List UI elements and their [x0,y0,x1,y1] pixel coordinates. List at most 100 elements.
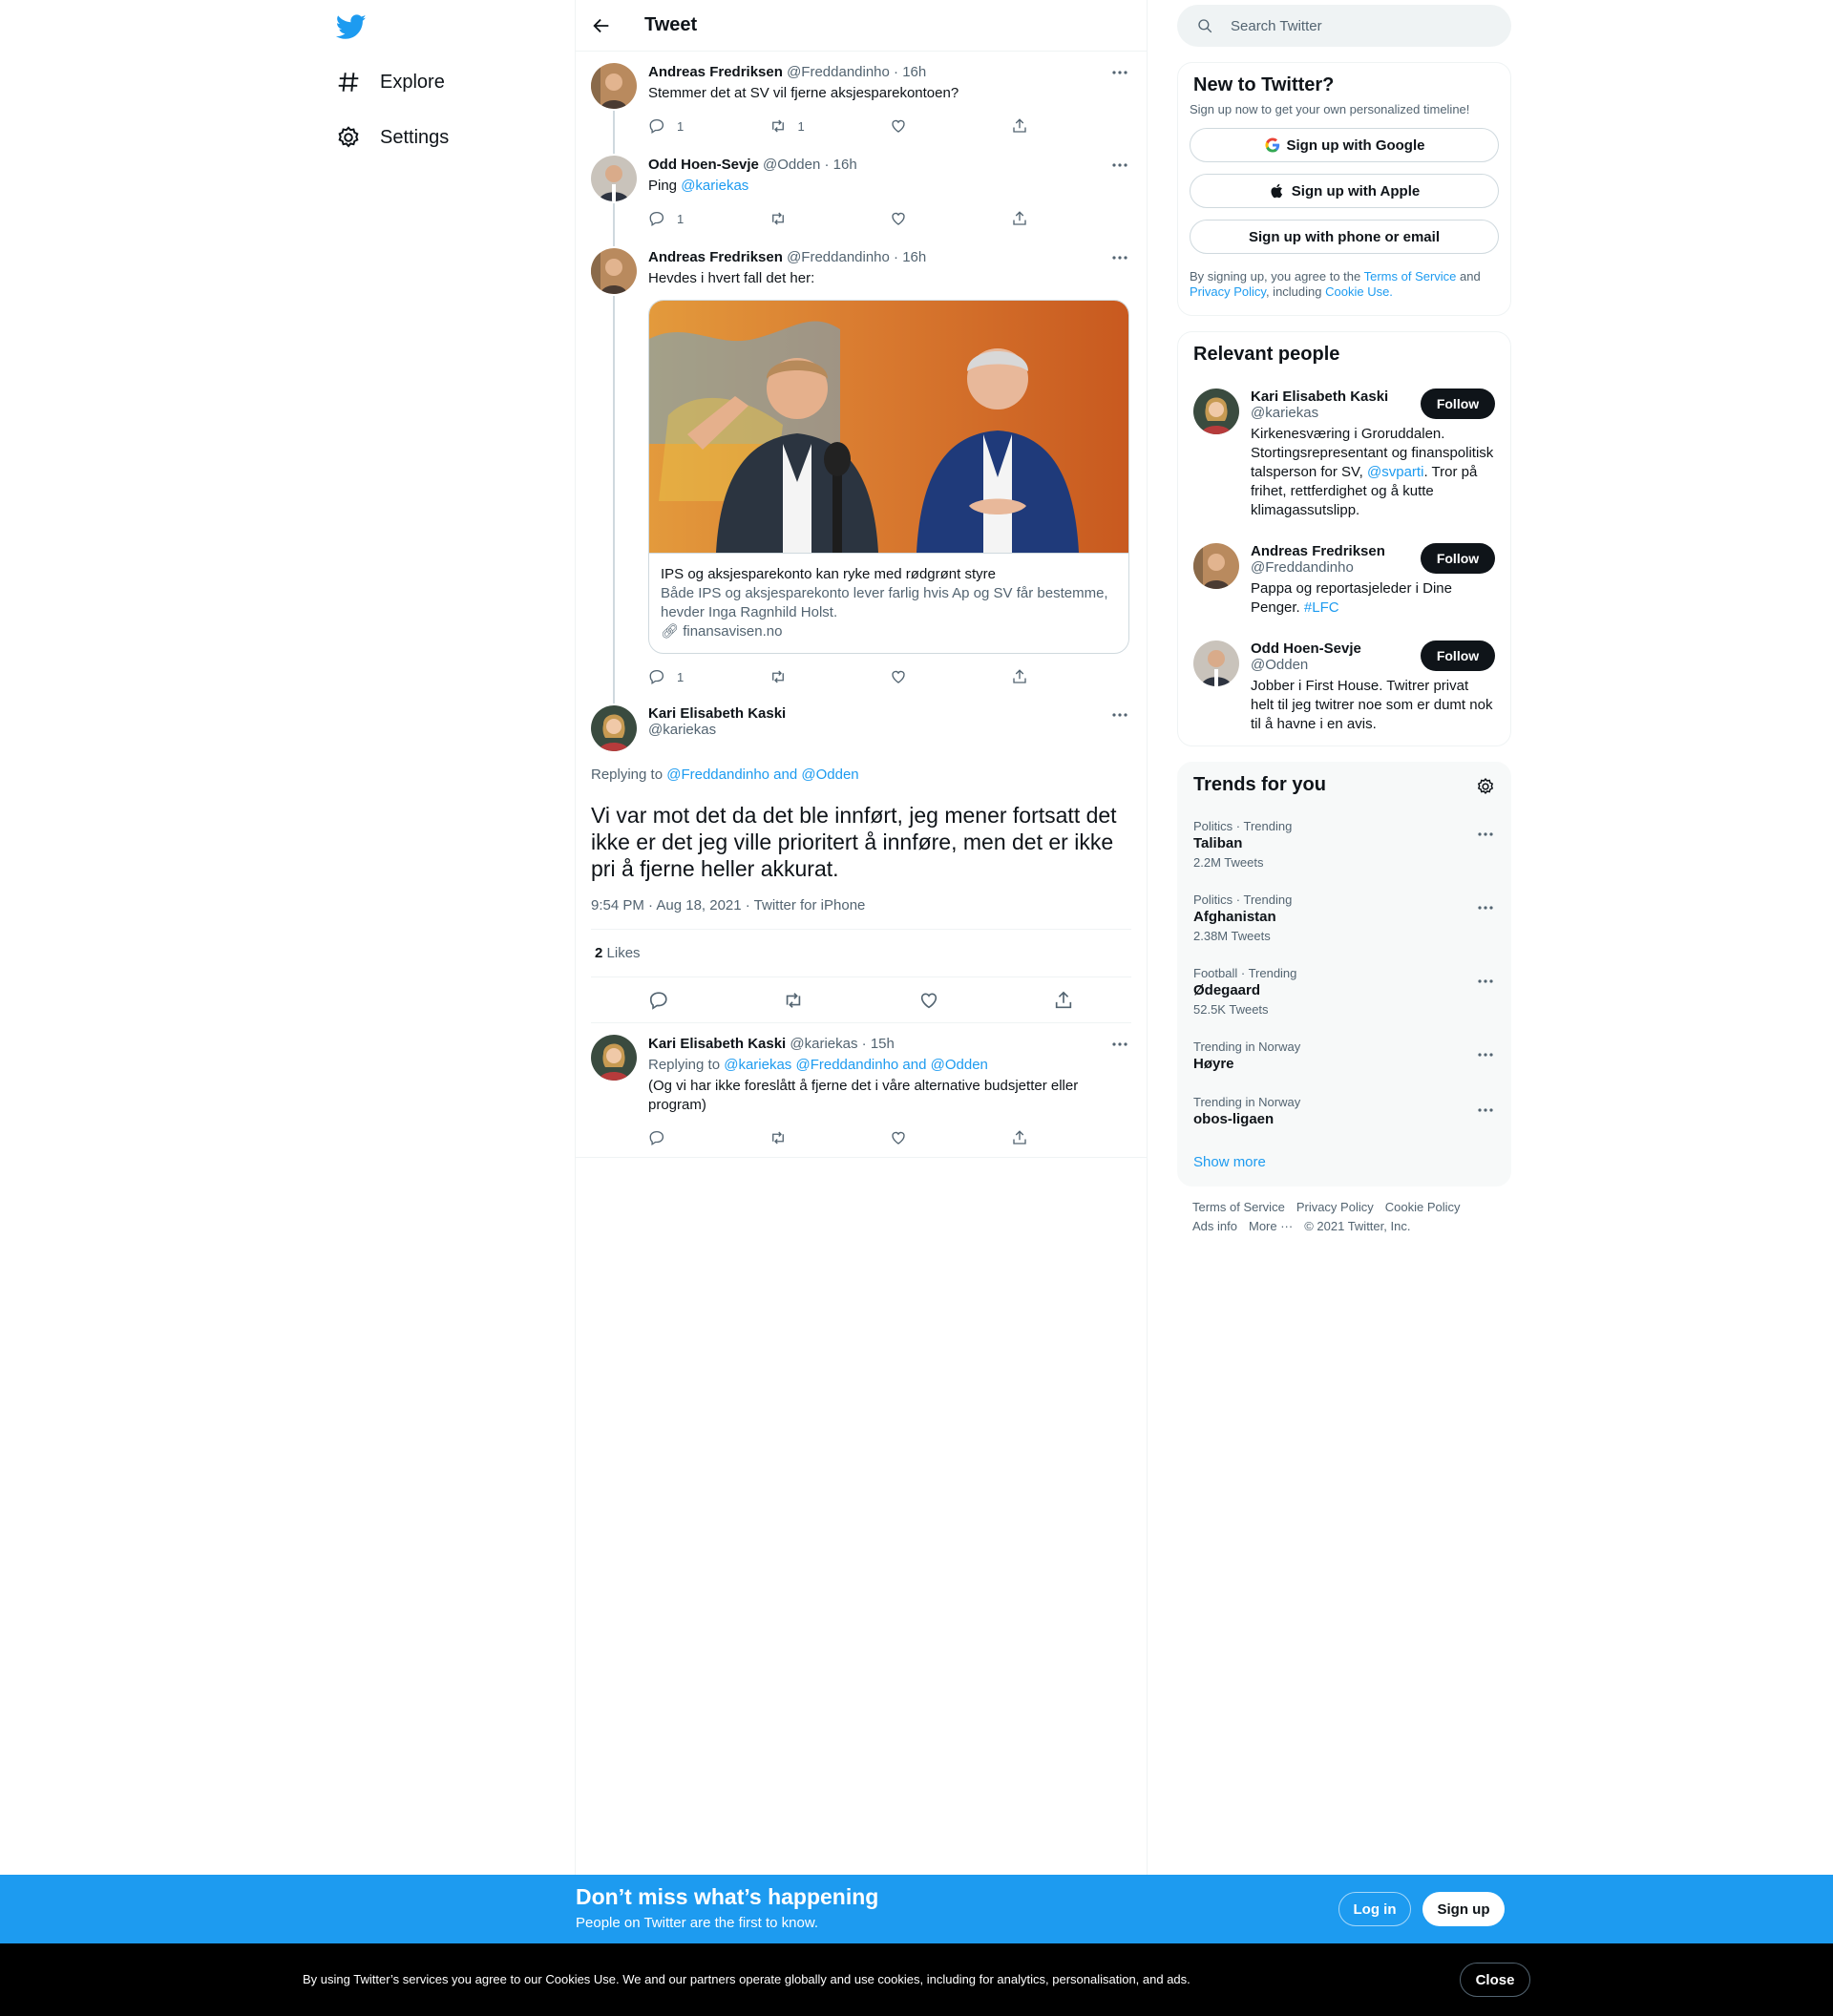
author-name[interactable]: Kari Elisabeth Kaski [648,1036,786,1052]
close-button[interactable]: Close [1460,1963,1530,1997]
author-name[interactable]: Odd Hoen-Sevje [648,157,759,173]
heart-icon[interactable] [918,990,939,1011]
retweet-icon[interactable] [783,990,804,1011]
reply-button[interactable]: 1 [648,668,769,685]
tweet-time[interactable]: · 16h [894,249,926,265]
show-more-link[interactable]: Show more [1178,1139,1510,1186]
more-icon[interactable] [1110,1035,1129,1054]
more-icon[interactable] [1476,1045,1495,1064]
avatar[interactable] [591,1035,637,1081]
bio-link[interactable]: #LFC [1304,599,1339,616]
reply-button[interactable] [648,1129,769,1146]
footer-link[interactable]: Terms of Service [1192,1198,1285,1217]
thread-tweet[interactable]: Andreas Fredriksen @Freddandinho · 16h H… [576,237,1147,694]
share-icon[interactable] [1053,990,1074,1011]
gear-icon[interactable] [1476,777,1495,796]
trend-item[interactable]: Politics · Trending Taliban 2.2M Tweets [1178,808,1510,881]
thread-tweet[interactable]: Andreas Fredriksen @Freddandinho · 16h S… [576,52,1147,144]
more-icon[interactable] [1476,972,1495,991]
nav-settings[interactable]: Settings [336,116,449,158]
signup-google-button[interactable]: Sign up with Google [1190,128,1499,162]
panel-title: New to Twitter? [1193,74,1335,95]
person-item[interactable]: Odd Hoen-Sevje @Odden Jobber i First Hou… [1178,629,1510,746]
share-button[interactable] [1011,210,1132,227]
mention-link[interactable]: @kariekas [681,178,748,194]
share-button[interactable] [1011,1129,1132,1146]
terms-link[interactable]: Terms of Service [1364,269,1457,284]
avatar[interactable] [1193,543,1239,589]
share-button[interactable] [1011,668,1132,685]
follow-button[interactable]: Follow [1421,640,1495,671]
author-handle[interactable]: @Freddandinho [787,64,890,80]
like-button[interactable] [890,210,1011,227]
like-button[interactable] [890,668,1011,685]
tweet-time[interactable]: · 15h [862,1036,895,1052]
like-button[interactable] [890,1129,1011,1146]
thread-tweet[interactable]: Odd Hoen-Sevje @Odden · 16h Ping @kariek… [576,144,1147,237]
more-icon[interactable] [1476,898,1495,917]
footer-link[interactable]: Ads info [1192,1217,1237,1236]
follow-button[interactable]: Follow [1421,388,1495,419]
footer-link[interactable]: Privacy Policy [1296,1198,1374,1217]
nav-explore-label: Explore [380,71,445,93]
retweet-button[interactable] [769,210,891,227]
avatar[interactable] [1193,388,1239,434]
avatar[interactable] [591,248,637,294]
trend-item[interactable]: Trending in Norway obos-ligaen [1178,1083,1510,1139]
signup-phone-button[interactable]: Sign up with phone or email [1190,220,1499,254]
more-icon[interactable] [1476,1101,1495,1120]
tweet-time[interactable]: · 16h [894,64,926,80]
more-icon[interactable] [1110,705,1129,724]
search-box[interactable]: Search Twitter [1177,5,1511,47]
author-name[interactable]: Kari Elisabeth Kaski [648,705,1131,722]
author-handle[interactable]: @kariekas [648,722,1131,738]
more-icon[interactable] [1110,63,1129,82]
footer-link[interactable]: More ··· [1249,1217,1293,1236]
login-button[interactable]: Log in [1338,1892,1411,1926]
retweet-button[interactable]: 1 [769,117,891,135]
more-icon[interactable] [1110,248,1129,267]
reply-button[interactable]: 1 [648,117,769,135]
avatar[interactable] [591,156,637,201]
nav-explore[interactable]: Explore [336,61,445,103]
author-handle[interactable]: @Odden [763,157,820,173]
tweet-time[interactable]: · 16h [824,157,856,173]
author-handle[interactable]: @kariekas [790,1036,857,1052]
avatar[interactable] [591,705,637,751]
person-item[interactable]: Andreas Fredriksen @Freddandinho Pappa o… [1178,532,1510,629]
card-link[interactable]: 🔗︎ finansavisen.no [661,622,1117,641]
footer-link[interactable]: Cookie Policy [1385,1198,1461,1217]
like-button[interactable] [890,117,1011,135]
privacy-link[interactable]: Privacy Policy [1190,284,1266,299]
trend-item[interactable]: Football · Trending Ødegaard 52.5K Tweet… [1178,955,1510,1028]
person-item[interactable]: Kari Elisabeth Kaski @kariekas Kirkenesv… [1178,377,1510,532]
reply-icon[interactable] [648,990,669,1011]
person-bio: Pappa og reportasjeleder i Dine Penger. … [1251,579,1495,618]
more-icon[interactable] [1110,156,1129,175]
replying-handles[interactable]: @kariekas @Freddandinho and @Odden [724,1057,988,1073]
share-button[interactable] [1011,117,1132,135]
more-icon[interactable] [1476,825,1495,844]
likes-summary[interactable]: 2 Likes [591,930,1131,977]
link-card[interactable]: IPS og aksjesparekonto kan ryke med rødg… [648,300,1129,654]
author-name[interactable]: Andreas Fredriksen [648,64,783,80]
cookie-link[interactable]: Cookie Use. [1325,284,1393,299]
retweet-button[interactable] [769,1129,891,1146]
follow-button[interactable]: Follow [1421,543,1495,574]
reply-button[interactable]: 1 [648,210,769,227]
tweet-meta[interactable]: 9:54 PM · Aug 18, 2021 · Twitter for iPh… [591,897,1131,930]
signup-apple-button[interactable]: Sign up with Apple [1190,174,1499,208]
bio-link[interactable]: @svparti [1367,464,1423,480]
author-handle[interactable]: @Freddandinho [787,249,890,265]
twitter-bird-icon[interactable] [336,11,367,42]
retweet-button[interactable] [769,668,891,685]
signup-button[interactable]: Sign up [1422,1892,1505,1926]
avatar[interactable] [591,63,637,109]
trend-item[interactable]: Politics · Trending Afghanistan 2.38M Tw… [1178,881,1510,955]
author-name[interactable]: Andreas Fredriksen [648,249,783,265]
reply-tweet[interactable]: Kari Elisabeth Kaski @kariekas · 15h Rep… [576,1023,1147,1158]
avatar[interactable] [1193,640,1239,686]
back-arrow-icon[interactable] [591,15,612,36]
trend-item[interactable]: Trending in Norway Høyre [1178,1028,1510,1083]
replying-handles[interactable]: @Freddandinho and @Odden [666,766,858,783]
